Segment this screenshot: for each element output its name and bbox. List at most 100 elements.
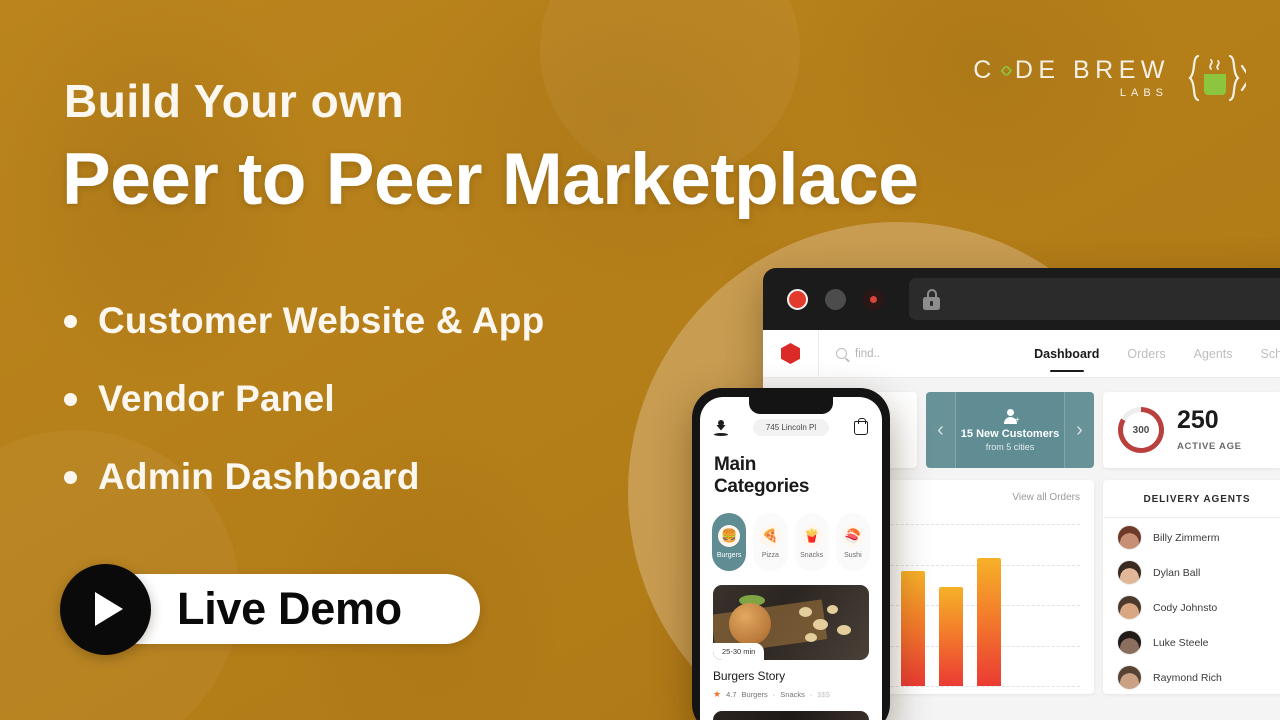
chart-bar[interactable] (939, 587, 963, 686)
live-demo-label: Live Demo (177, 583, 402, 634)
traffic-lights (787, 288, 884, 310)
category-label: Snacks (800, 551, 824, 559)
restaurant-rating: 4.7 (726, 689, 737, 699)
search-placeholder: find.. (855, 347, 880, 360)
delivery-agents-list: Billy Zimmerm Dylan Ball Cody Johnsto Luke … (1103, 520, 1280, 695)
delivery-agents-card: DELIVERY AGENTS Billy Zimmerm Dylan Ball C… (1103, 480, 1280, 694)
avatar (1117, 665, 1142, 690)
category-chip-pizza[interactable]: 🍕 Pizza (753, 512, 788, 571)
new-customers-title: 15 New Customers (960, 427, 1060, 440)
phone-screen: 745 Lincoln Pl Main Categories 🍔 Burgers… (700, 397, 882, 720)
active-agents-text: 250 ACTIVE AGE (1177, 406, 1242, 453)
list-item[interactable]: Dylan Ball (1103, 555, 1280, 590)
category-label: Pizza (761, 551, 779, 559)
search-icon (836, 348, 847, 359)
avatar (1117, 595, 1142, 620)
prev-arrow-icon[interactable]: ‹ (926, 392, 956, 468)
list-item[interactable]: Luke Steele (1103, 625, 1280, 660)
burger-icon: 🍔 (718, 524, 741, 547)
star-icon: ★ (713, 688, 722, 699)
play-icon[interactable] (60, 563, 151, 655)
feature-label: Customer Website & App (98, 300, 545, 341)
phone-mockup: 745 Lincoln Pl Main Categories 🍔 Burgers… (692, 388, 890, 720)
browser-titlebar (763, 268, 1280, 330)
agents-ring-chart: 300 (1118, 407, 1164, 453)
agents-ring-value: 300 (1132, 424, 1150, 436)
feature-label: Vendor Panel (98, 378, 335, 419)
restaurant-photo: 25-30 min (713, 584, 869, 660)
address-pill[interactable]: 745 Lincoln Pl (752, 419, 830, 436)
avatar (1117, 525, 1142, 550)
list-item: Customer Website & App (64, 282, 544, 360)
hexagon-logo-icon (763, 343, 818, 364)
location-pin-icon[interactable] (714, 419, 728, 436)
category-chip-burgers[interactable]: 🍔 Burgers (712, 512, 747, 571)
delivery-agents-title: DELIVERY AGENTS (1143, 494, 1251, 505)
add-person-icon: + (1003, 408, 1020, 424)
restaurant-meta: ★ 4.7 Burgers · Snacks · $$$ (713, 689, 869, 700)
restaurant-card[interactable]: 25-30 min Burgers Story ★ 4.7 Burgers · … (713, 584, 869, 700)
avatar (1117, 630, 1142, 655)
tab-agents[interactable]: Agents (1194, 330, 1233, 377)
next-arrow-icon[interactable]: › (1064, 392, 1094, 468)
feature-label: Admin Dashboard (98, 456, 420, 497)
live-demo-button[interactable]: Live Demo (60, 563, 480, 655)
nav-tabs: Dashboard Orders Agents Schedule P (1034, 330, 1280, 377)
avatar (1117, 560, 1142, 585)
new-customers-subtitle: from 5 cities (985, 441, 1035, 452)
active-agents-value: 250 (1177, 406, 1219, 434)
fries-icon: 🍟 (800, 524, 823, 547)
category-label: Burgers (716, 551, 742, 559)
app-topnav: find.. Dashboard Orders Agents Schedule … (763, 330, 1280, 378)
tab-dashboard[interactable]: Dashboard (1034, 330, 1099, 377)
record-icon[interactable] (863, 288, 884, 310)
list-item[interactable]: Raymond Rich (1103, 660, 1280, 695)
chart-bar[interactable] (901, 570, 925, 686)
active-agents-card: 300 250 ACTIVE AGE (1103, 392, 1280, 468)
brand-sub-label: LABS (1119, 86, 1168, 99)
bullet-dot-icon (64, 392, 77, 406)
agent-name: Raymond Rich (1153, 671, 1222, 684)
list-item: Vendor Panel (64, 360, 544, 438)
brand-diamond-icon: ‹› (999, 56, 1013, 83)
agent-name: Dylan Ball (1153, 566, 1201, 579)
close-icon[interactable] (787, 288, 808, 310)
chart-bar[interactable] (977, 558, 1001, 686)
new-customers-card: ‹ + 15 New Customers from 5 cities › (926, 392, 1094, 468)
divider (1103, 517, 1280, 518)
main-categories-title: Main Categories (700, 436, 882, 499)
hero-kicker: Build Your own (64, 75, 405, 127)
url-bar[interactable] (909, 278, 1280, 320)
list-item: Admin Dashboard (64, 438, 544, 516)
minimize-icon[interactable] (825, 288, 846, 310)
brand-logo: C ‹› DE BREW LABS (973, 50, 1246, 106)
agent-name: Billy Zimmerm (1153, 531, 1220, 544)
tab-schedule[interactable]: Schedule (1261, 330, 1280, 377)
agent-name: Luke Steele (1153, 636, 1209, 649)
main-categories-line1: Main (714, 454, 757, 475)
restaurant-tag-2: Snacks (780, 689, 805, 699)
sushi-icon: 🍣 (841, 524, 864, 547)
restaurant-tag-1: Burgers (741, 689, 768, 699)
list-item[interactable]: Cody Johnsto (1103, 590, 1280, 625)
brand-letter-c: C (973, 55, 997, 84)
list-item[interactable]: Billy Zimmerm (1103, 520, 1280, 555)
restaurant-card-next[interactable] (713, 710, 869, 720)
meta-sep: · (809, 689, 813, 699)
category-chip-sushi[interactable]: 🍣 Sushi (835, 512, 870, 571)
main-categories-line2: Categories (714, 476, 810, 498)
category-chip-snacks[interactable]: 🍟 Snacks (794, 512, 829, 571)
brand-rest: DE BREW (1014, 55, 1170, 84)
restaurant-price: $$$ (817, 689, 830, 699)
search-input[interactable]: find.. (818, 330, 1034, 377)
shopping-bag-icon[interactable] (853, 417, 868, 435)
tab-orders[interactable]: Orders (1127, 330, 1165, 377)
delivery-time-badge: 25-30 min (713, 642, 765, 660)
new-customers-content: + 15 New Customers from 5 cities (956, 392, 1064, 468)
category-label: Sushi (844, 551, 862, 559)
active-agents-caption: ACTIVE AGE (1177, 441, 1242, 452)
brand-wordmark: C ‹› DE BREW (973, 55, 1170, 84)
restaurant-name: Burgers Story (713, 668, 786, 683)
page-title: Peer to Peer Marketplace (62, 139, 919, 220)
view-all-orders-link[interactable]: View all Orders (1012, 492, 1080, 503)
